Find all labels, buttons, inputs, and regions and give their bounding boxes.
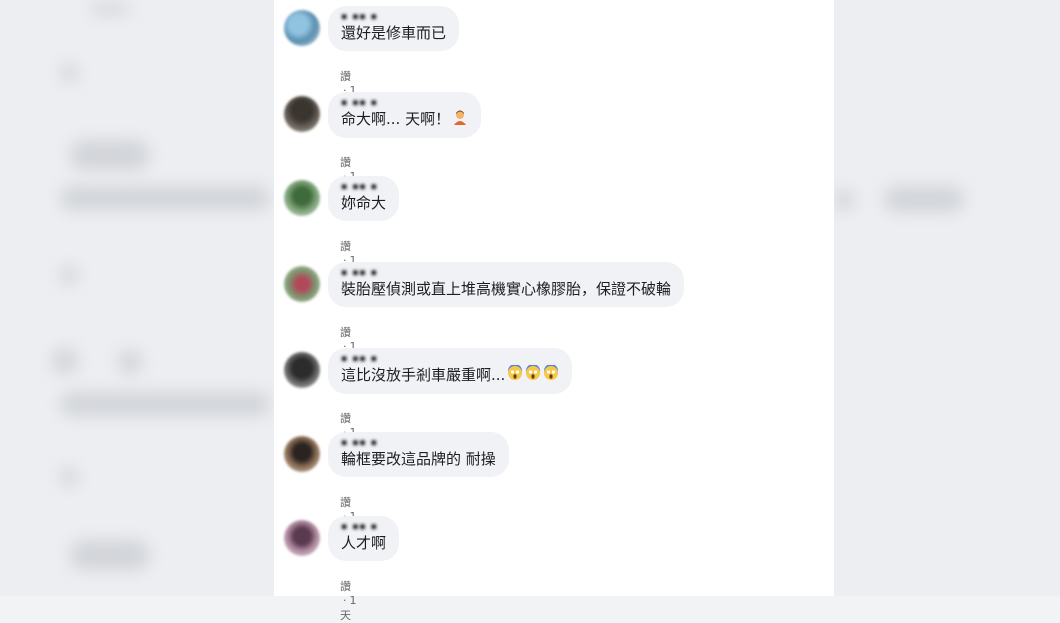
scream-emoji xyxy=(525,364,541,386)
comment-bubble: ▪ ▪▪ ▪ 還好是修車而已 xyxy=(328,6,460,51)
commenter-name[interactable]: ▪ ▪▪ ▪ xyxy=(341,182,386,193)
like-link[interactable]: 讚 xyxy=(340,240,351,253)
avatar[interactable] xyxy=(284,10,320,46)
commenter-name[interactable]: ▪ ▪▪ ▪ xyxy=(341,268,671,279)
avatar[interactable] xyxy=(284,96,320,132)
like-link[interactable]: 讚 xyxy=(340,412,351,425)
comment-text: 裝胎壓偵測或直上堆高機實心橡膠胎，保證不破輪 xyxy=(341,280,672,298)
comment-text: 輪框要改這品牌的 耐操 xyxy=(341,450,496,468)
avatar[interactable] xyxy=(284,520,320,556)
commenter-name[interactable]: ▪ ▪▪ ▪ xyxy=(341,12,446,23)
blurred-background-left xyxy=(0,0,274,596)
comment-bubble: ▪ ▪▪ ▪ 這比沒放手剎車嚴重啊... xyxy=(328,348,573,394)
like-link[interactable]: 讚 xyxy=(340,326,351,339)
scream-emoji xyxy=(543,364,559,386)
comment-bubble: ▪ ▪▪ ▪ 裝胎壓偵測或直上堆高機實心橡膠胎，保證不破輪 xyxy=(328,262,685,307)
avatar[interactable] xyxy=(284,180,320,216)
comment-text: 妳命大 xyxy=(341,194,387,212)
person-facepalm-emoji xyxy=(452,109,468,130)
comment-list: ▪ ▪▪ ▪ 還好是修車而已 讚·1天 ▪ ▪▪ ▪ 命大啊... 天啊！ 讚·… xyxy=(274,0,834,622)
comment-text: 這比沒放手剎車嚴重啊... xyxy=(341,366,506,384)
like-link[interactable]: 讚 xyxy=(340,70,351,83)
comment-bubble: ▪ ▪▪ ▪ 命大啊... 天啊！ xyxy=(328,92,482,138)
commenter-name[interactable]: ▪ ▪▪ ▪ xyxy=(341,354,559,365)
comment-meta: 讚·1天 xyxy=(340,578,357,623)
scream-emoji xyxy=(507,364,523,386)
comment-text: 人才啊 xyxy=(341,534,387,552)
like-link[interactable]: 讚 xyxy=(340,496,351,509)
comment-bubble: ▪ ▪▪ ▪ 輪框要改這品牌的 耐操 xyxy=(328,432,509,477)
avatar[interactable] xyxy=(284,266,320,302)
avatar[interactable] xyxy=(284,352,320,388)
commenter-name[interactable]: ▪ ▪▪ ▪ xyxy=(341,98,468,109)
like-link[interactable]: 讚 xyxy=(340,156,351,169)
comment-text: 命大啊... 天啊！ xyxy=(341,110,451,128)
commenter-name[interactable]: ▪ ▪▪ ▪ xyxy=(341,438,496,449)
like-link[interactable]: 讚 xyxy=(340,580,351,593)
avatar[interactable] xyxy=(284,436,320,472)
blurred-background-right xyxy=(834,0,1060,596)
comment-bubble: ▪ ▪▪ ▪ 妳命大 xyxy=(328,176,400,221)
comment-text: 還好是修車而已 xyxy=(341,24,447,42)
comment-bubble: ▪ ▪▪ ▪ 人才啊 xyxy=(328,516,400,561)
commenter-name[interactable]: ▪ ▪▪ ▪ xyxy=(341,522,386,533)
